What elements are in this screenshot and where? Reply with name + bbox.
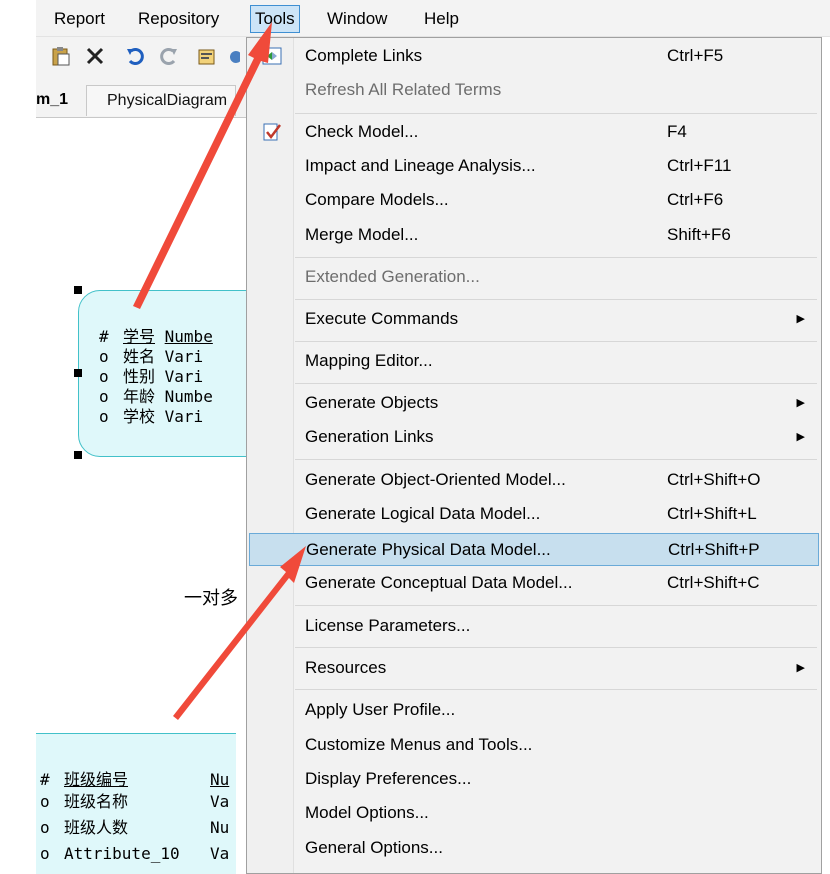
arrow-to-generate-pdm: [173, 546, 306, 720]
arrow-to-tools-menu: [133, 22, 272, 309]
annotation-arrows: [133, 22, 306, 720]
